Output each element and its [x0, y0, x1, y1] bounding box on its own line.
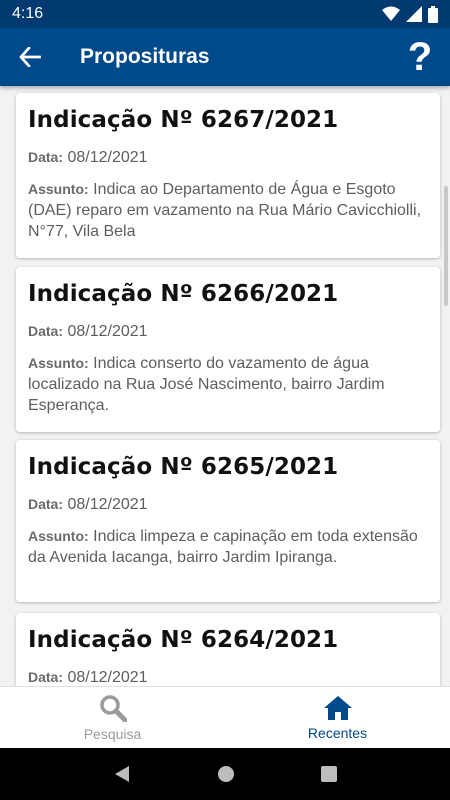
help-button[interactable]: ?: [390, 28, 450, 86]
card-date: Data: 08/12/2021: [28, 496, 428, 514]
nav-label-pesquisa: Pesquisa: [83, 725, 142, 742]
proposition-card[interactable]: Indicação Nº 6265/2021 Data: 08/12/2021 …: [16, 440, 440, 602]
date-value: 08/12/2021: [67, 669, 148, 686]
card-title: Indicação Nº 6267/2021: [28, 107, 339, 133]
scrollbar[interactable]: [444, 186, 448, 306]
nav-label-recentes: Recentes: [307, 724, 368, 741]
back-triangle-icon[interactable]: [113, 765, 131, 783]
subject-label: Assunto:: [28, 355, 89, 371]
proposition-card[interactable]: Indicação Nº 6267/2021 Data: 08/12/2021 …: [16, 93, 440, 258]
back-button[interactable]: [0, 28, 60, 86]
search-icon: [99, 694, 127, 722]
date-label: Data:: [28, 149, 64, 165]
arrow-left-icon: [19, 47, 41, 67]
date-value: 08/12/2021: [67, 323, 148, 340]
date-label: Data:: [28, 323, 64, 339]
card-subject: Assunto: Indica limpeza e capinação em t…: [28, 526, 428, 568]
nav-item-pesquisa[interactable]: Pesquisa: [0, 687, 225, 748]
propositions-list[interactable]: Indicação Nº 6267/2021 Data: 08/12/2021 …: [0, 86, 450, 686]
status-bar: 4:16: [0, 0, 450, 28]
home-circle-icon[interactable]: [217, 765, 235, 783]
subject-label: Assunto:: [28, 528, 89, 544]
home-icon: [323, 695, 352, 720]
card-title: Indicação Nº 6266/2021: [28, 281, 339, 307]
wifi-icon: [382, 6, 400, 21]
system-nav-bar: [0, 748, 450, 800]
card-subject: Assunto: Indica conserto do vazamento de…: [28, 353, 428, 416]
subject-label: Assunto:: [28, 181, 89, 197]
card-date: Data: 08/12/2021: [28, 669, 428, 686]
card-title: Indicação Nº 6264/2021: [28, 627, 339, 653]
status-time: 4:16: [12, 5, 44, 22]
proposition-card[interactable]: Indicação Nº 6266/2021 Data: 08/12/2021 …: [16, 267, 440, 432]
date-value: 08/12/2021: [67, 496, 148, 513]
battery-icon: [428, 5, 438, 23]
card-date: Data: 08/12/2021: [28, 149, 428, 167]
nav-item-recentes[interactable]: Recentes: [225, 687, 450, 748]
status-icons: [382, 5, 438, 23]
date-label: Data:: [28, 669, 64, 685]
date-value: 08/12/2021: [67, 149, 148, 166]
page-title: Proposituras: [80, 45, 210, 68]
bottom-nav: Pesquisa Recentes: [0, 686, 450, 748]
card-subject: Assunto: Indica ao Departamento de Água …: [28, 179, 428, 242]
app-bar: Proposituras ?: [0, 28, 450, 86]
proposition-card[interactable]: Indicação Nº 6264/2021 Data: 08/12/2021: [16, 613, 440, 686]
date-label: Data:: [28, 496, 64, 512]
signal-icon: [406, 6, 422, 22]
recents-square-icon[interactable]: [321, 766, 337, 782]
card-date: Data: 08/12/2021: [28, 323, 428, 341]
card-title: Indicação Nº 6265/2021: [28, 454, 339, 480]
